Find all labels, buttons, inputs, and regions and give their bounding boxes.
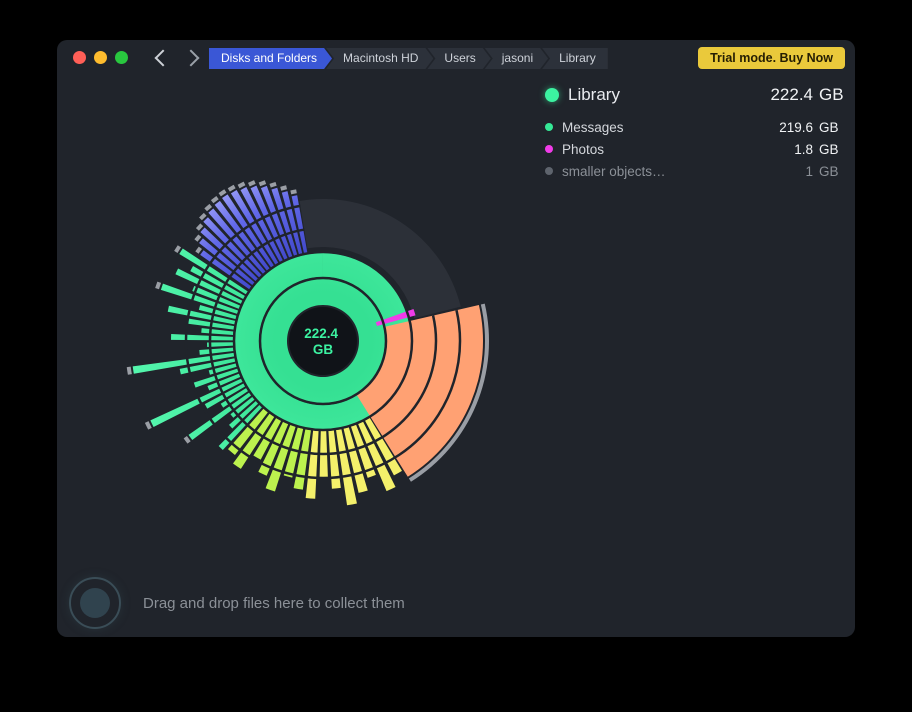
legend-value: 222.4 — [770, 85, 813, 104]
legend-unit: GB — [819, 85, 844, 104]
blue-bars-cap[interactable] — [210, 196, 219, 204]
legend-unit: GB — [819, 119, 839, 135]
blue-bars-cap[interactable] — [195, 246, 202, 254]
forward-icon[interactable] — [182, 49, 200, 67]
desktop: Disks and Folders Macintosh HD Users jas… — [0, 0, 912, 712]
collector-icon — [69, 577, 121, 629]
breadcrumb-jasoni[interactable]: jasoni — [485, 48, 548, 69]
chart-center-hole — [289, 307, 357, 375]
close-button[interactable] — [73, 51, 86, 64]
blue-bars-cap[interactable] — [237, 181, 246, 189]
legend-label: Messages — [562, 119, 624, 135]
breadcrumb-users[interactable]: Users — [427, 48, 490, 69]
green-bars-cap[interactable] — [155, 281, 162, 290]
legend-label: smaller objects… — [562, 163, 666, 179]
breadcrumb: Disks and Folders Macintosh HD Users jas… — [209, 48, 608, 69]
blue-bars-cap[interactable] — [194, 234, 202, 242]
collector-dropzone[interactable]: Drag and drop files here to collect them — [69, 577, 405, 629]
collector-icon-core — [80, 588, 110, 618]
legend-row-photos[interactable]: Photos 1.8 GB — [545, 138, 845, 160]
blue-bars-cap[interactable] — [195, 223, 204, 231]
dropzone-hint: Drag and drop files here to collect them — [143, 594, 405, 612]
blue-bars-cap[interactable] — [227, 184, 236, 192]
blue-bars-cap[interactable] — [218, 189, 227, 197]
blue-bars-cap[interactable] — [290, 189, 297, 195]
green-bars-cap[interactable] — [126, 366, 132, 375]
legend-label: Photos — [562, 141, 605, 157]
legend-dot-library — [545, 88, 559, 102]
blue-bars-cap[interactable] — [248, 180, 256, 187]
breadcrumb-disks-and-folders[interactable]: Disks and Folders — [209, 48, 332, 69]
legend-row-messages[interactable]: Messages 219.6 GB — [545, 116, 845, 138]
legend-value: 1 — [805, 163, 813, 179]
breadcrumb-macintosh-hd[interactable]: Macintosh HD — [326, 48, 433, 69]
minimize-button[interactable] — [94, 51, 107, 64]
blue-bars-cap[interactable] — [204, 203, 213, 212]
green-bars-cap[interactable] — [183, 436, 191, 444]
blue-bars-cap[interactable] — [199, 212, 207, 221]
legend-row-smaller-objects[interactable]: smaller objects… 1 GB — [545, 160, 845, 182]
legend-label: Library — [568, 85, 620, 104]
blue-bars-cap[interactable] — [280, 185, 288, 191]
blue-bars-cap[interactable] — [269, 181, 277, 188]
legend-unit: GB — [819, 163, 839, 179]
green-bars[interactable] — [201, 328, 234, 335]
legend-unit: GB — [819, 141, 839, 157]
back-icon[interactable] — [154, 49, 172, 67]
breadcrumb-library[interactable]: Library — [542, 48, 608, 69]
buy-now-button[interactable]: Trial mode. Buy Now — [698, 47, 845, 69]
legend-row-library[interactable]: Library 222.4 GB — [545, 80, 845, 110]
daisydisk-window: Disks and Folders Macintosh HD Users jas… — [57, 40, 855, 637]
legend-value: 1.8 — [794, 141, 813, 157]
sunburst-chart[interactable]: 222.4 GB — [83, 101, 563, 581]
legend-value: 219.6 — [779, 119, 813, 135]
green-bars-cap[interactable] — [144, 421, 152, 430]
legend: Library 222.4 GB Messages 219.6 GB Photo… — [545, 80, 845, 182]
green-bars[interactable] — [171, 333, 234, 341]
window-controls — [73, 51, 128, 64]
green-bars-cap[interactable] — [174, 245, 182, 253]
zoom-button[interactable] — [115, 51, 128, 64]
blue-bars-cap[interactable] — [258, 180, 267, 187]
